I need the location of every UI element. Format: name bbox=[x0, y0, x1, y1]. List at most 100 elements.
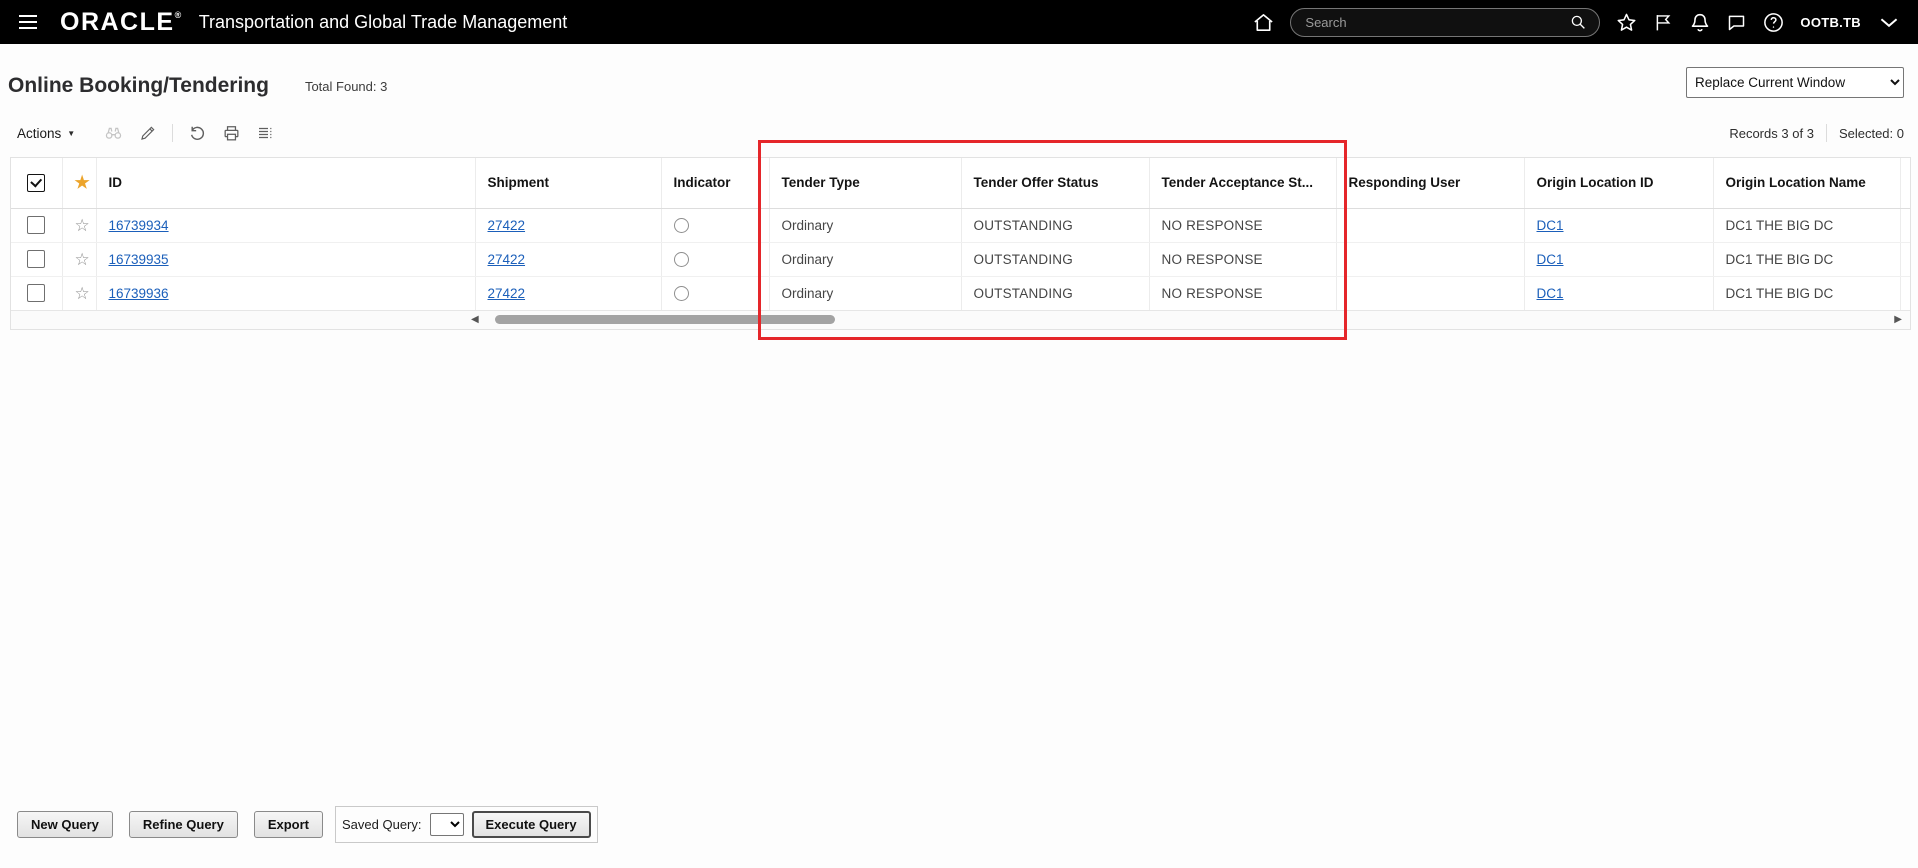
row-checkbox[interactable] bbox=[27, 250, 46, 268]
indicator-circle-icon bbox=[673, 286, 689, 302]
records-count: Records 3 of 3 bbox=[1729, 125, 1814, 141]
responding-user-cell bbox=[1336, 242, 1525, 277]
clipped-cell bbox=[1900, 276, 1910, 310]
page-title: Online Booking/Tendering bbox=[8, 74, 269, 97]
shipment-link[interactable]: 27422 bbox=[488, 286, 526, 301]
refine-query-button[interactable]: Refine Query bbox=[128, 811, 238, 838]
actions-label: Actions bbox=[17, 125, 62, 141]
chevron-down-icon[interactable] bbox=[1876, 9, 1902, 35]
col-header-tender-type[interactable]: Tender Type bbox=[769, 158, 962, 209]
query-footer: New Query Refine Query Export Saved Quer… bbox=[17, 806, 598, 843]
clipped-cell bbox=[1900, 208, 1910, 243]
grid-toolbar: Actions ▼ Records 3 of 3 Selected: 0 bbox=[0, 117, 1918, 149]
col-header-shipment[interactable]: Shipment bbox=[475, 158, 662, 209]
edit-pencil-icon[interactable] bbox=[139, 124, 157, 142]
oracle-wordmark: ORACLE bbox=[60, 7, 175, 36]
search-input[interactable] bbox=[1303, 13, 1562, 31]
col-header-clipped[interactable]: C bbox=[1900, 158, 1910, 209]
id-link[interactable]: 16739934 bbox=[109, 218, 169, 233]
registered-mark: ® bbox=[174, 9, 183, 20]
responding-user-cell bbox=[1336, 208, 1525, 243]
saved-query-label: Saved Query: bbox=[342, 817, 422, 832]
table-row: ☆ 16739934 27422 Ordinary OUTSTANDING NO… bbox=[11, 208, 1910, 243]
tender-type-cell: Ordinary bbox=[769, 276, 962, 310]
tender-type-cell: Ordinary bbox=[769, 242, 962, 277]
window-mode-select[interactable]: Replace Current Window bbox=[1686, 67, 1904, 98]
table-row: ☆ 16739936 27422 Ordinary OUTSTANDING NO… bbox=[11, 276, 1910, 310]
total-found-value: 3 bbox=[380, 78, 388, 94]
find-binoculars-icon bbox=[103, 124, 124, 143]
list-view-icon[interactable] bbox=[256, 124, 274, 142]
tender-acceptance-status-cell: NO RESPONSE bbox=[1149, 208, 1337, 243]
user-menu[interactable]: OOTB.TB bbox=[1800, 15, 1861, 30]
saved-query-group: Saved Query: Execute Query bbox=[335, 806, 598, 843]
scroll-left-icon[interactable]: ◀ bbox=[471, 313, 479, 327]
dropdown-caret-icon: ▼ bbox=[67, 128, 76, 138]
col-header-indicator[interactable]: Indicator bbox=[661, 158, 770, 209]
table-header-row: ★ ID Shipment Indicator Tender Type Tend… bbox=[11, 158, 1910, 209]
horizontal-scrollbar[interactable]: ◀ ▶ bbox=[11, 310, 1910, 329]
topbar-actions: OOTB.TB bbox=[1252, 7, 1902, 37]
selected-count: Selected: 0 bbox=[1838, 125, 1904, 141]
tender-acceptance-status-cell: NO RESPONSE bbox=[1149, 276, 1337, 310]
search-box[interactable] bbox=[1290, 7, 1601, 37]
indicator-circle-icon bbox=[673, 217, 689, 233]
indicator-circle-icon bbox=[673, 251, 689, 267]
total-found-label: Total Found: bbox=[304, 78, 377, 94]
col-header-responding-user[interactable]: Responding User bbox=[1336, 158, 1525, 209]
results-table: ★ ID Shipment Indicator Tender Type Tend… bbox=[10, 157, 1911, 330]
col-header-tender-offer-status[interactable]: Tender Offer Status bbox=[961, 158, 1150, 209]
origin-location-id-link[interactable]: DC1 bbox=[1537, 252, 1564, 267]
origin-location-name-cell: DC1 THE BIG DC bbox=[1713, 276, 1901, 310]
col-header-id[interactable]: ID bbox=[96, 158, 476, 209]
messages-icon[interactable] bbox=[1726, 12, 1747, 33]
total-found: Total Found: 3 bbox=[305, 79, 387, 94]
origin-location-id-link[interactable]: DC1 bbox=[1537, 286, 1564, 301]
origin-location-name-cell: DC1 THE BIG DC bbox=[1713, 208, 1901, 243]
help-icon[interactable] bbox=[1762, 11, 1785, 34]
export-button[interactable]: Export bbox=[253, 811, 324, 838]
execute-query-button[interactable]: Execute Query bbox=[471, 811, 591, 838]
row-star-icon[interactable]: ☆ bbox=[75, 284, 90, 303]
search-icon[interactable] bbox=[1569, 13, 1587, 31]
scrollbar-thumb[interactable] bbox=[495, 315, 835, 324]
home-icon[interactable] bbox=[1252, 11, 1275, 34]
favorite-star-header-icon[interactable]: ★ bbox=[75, 173, 90, 192]
col-header-origin-location-name[interactable]: Origin Location Name bbox=[1713, 158, 1901, 209]
refresh-icon[interactable] bbox=[188, 124, 207, 143]
origin-location-name-cell: DC1 THE BIG DC bbox=[1713, 242, 1901, 277]
page-header: Online Booking/Tendering Total Found: 3 bbox=[8, 74, 387, 98]
saved-query-select[interactable] bbox=[429, 813, 464, 836]
oracle-logo: ORACLE ® bbox=[60, 8, 183, 37]
favorites-star-icon[interactable] bbox=[1615, 11, 1638, 34]
col-header-origin-location-id[interactable]: Origin Location ID bbox=[1524, 158, 1714, 209]
tender-offer-status-cell: OUTSTANDING bbox=[961, 242, 1150, 277]
id-link[interactable]: 16739936 bbox=[109, 286, 169, 301]
tender-type-cell: Ordinary bbox=[769, 208, 962, 243]
new-query-button[interactable]: New Query bbox=[17, 811, 113, 838]
shipment-link[interactable]: 27422 bbox=[488, 252, 526, 267]
row-checkbox[interactable] bbox=[27, 284, 46, 303]
actions-button[interactable]: Actions ▼ bbox=[17, 126, 75, 141]
row-star-icon[interactable]: ☆ bbox=[75, 250, 90, 269]
hamburger-menu-icon[interactable] bbox=[16, 10, 40, 34]
clipped-cell bbox=[1900, 242, 1910, 277]
row-star-icon[interactable]: ☆ bbox=[75, 216, 90, 235]
print-icon[interactable] bbox=[222, 124, 241, 143]
shipment-link[interactable]: 27422 bbox=[488, 218, 526, 233]
id-link[interactable]: 16739935 bbox=[109, 252, 169, 267]
tender-acceptance-status-cell: NO RESPONSE bbox=[1149, 242, 1337, 277]
row-checkbox[interactable] bbox=[27, 216, 46, 234]
toolbar-divider bbox=[1825, 124, 1827, 142]
col-header-tender-acceptance-status[interactable]: Tender Acceptance St... bbox=[1149, 158, 1337, 209]
tender-offer-status-cell: OUTSTANDING bbox=[961, 276, 1150, 310]
flag-icon[interactable] bbox=[1653, 11, 1674, 34]
table-row: ☆ 16739935 27422 Ordinary OUTSTANDING NO… bbox=[11, 242, 1910, 277]
top-app-bar: ORACLE ® Transportation and Global Trade … bbox=[0, 0, 1918, 44]
app-title: Transportation and Global Trade Manageme… bbox=[198, 11, 568, 32]
tender-offer-status-cell: OUTSTANDING bbox=[961, 208, 1150, 243]
origin-location-id-link[interactable]: DC1 bbox=[1537, 218, 1564, 233]
select-all-checkbox[interactable] bbox=[27, 173, 46, 192]
notifications-bell-icon[interactable] bbox=[1689, 11, 1711, 34]
scroll-right-icon[interactable]: ▶ bbox=[1894, 313, 1902, 327]
